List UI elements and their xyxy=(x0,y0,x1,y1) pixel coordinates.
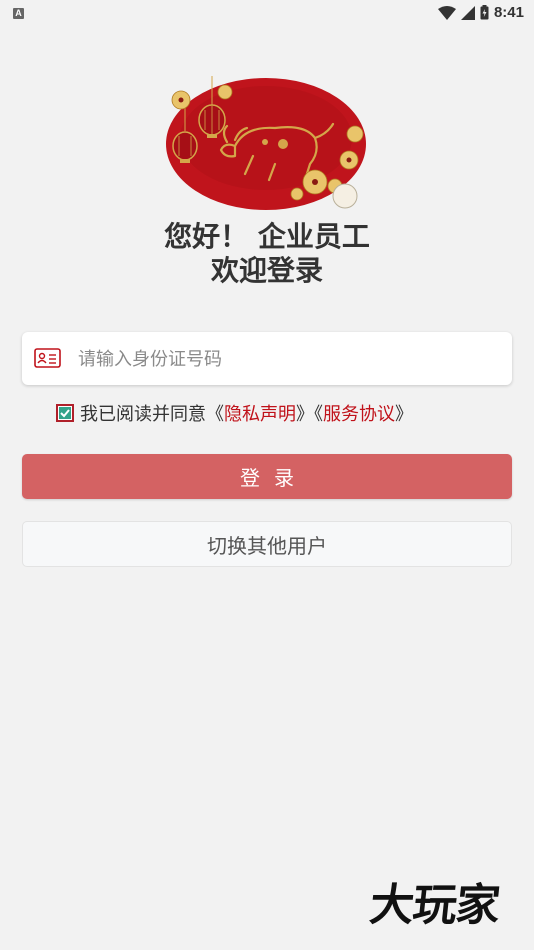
greeting-line-2: 欢迎登录 xyxy=(210,254,323,287)
ox-emblem-logo xyxy=(166,76,366,210)
login-button[interactable]: 登录 xyxy=(22,454,512,499)
id-card-icon xyxy=(34,348,61,368)
service-agreement-link[interactable]: 服务协议 xyxy=(323,400,395,426)
status-icons: 8:41 xyxy=(437,4,524,21)
switch-user-button[interactable]: 切换其他用户 xyxy=(22,521,512,567)
greeting-line-1: 您好！ 企业员工 xyxy=(164,220,370,253)
id-number-input[interactable] xyxy=(76,340,500,379)
battery-icon xyxy=(480,5,489,20)
id-number-field[interactable] xyxy=(22,332,512,385)
clock: 8:41 xyxy=(493,4,524,21)
wifi-icon xyxy=(437,5,456,20)
cellular-signal-icon xyxy=(460,5,475,20)
app-notification-icon: A xyxy=(13,8,24,19)
agreement-row: 我已阅读并同意《 隐私声明 》《 服务协议 》 xyxy=(56,399,413,427)
agreement-prefix: 我已阅读并同意《 xyxy=(80,404,224,425)
agreement-checkbox[interactable] xyxy=(56,404,74,422)
checkmark-icon xyxy=(59,407,71,419)
watermark-logo: 大玩家 xyxy=(367,880,502,931)
status-bar: A 8:41 xyxy=(0,0,534,28)
agreement-middle: 》《 xyxy=(296,404,323,425)
privacy-policy-link[interactable]: 隐私声明 xyxy=(224,400,296,426)
agreement-suffix: 》 xyxy=(395,404,413,425)
